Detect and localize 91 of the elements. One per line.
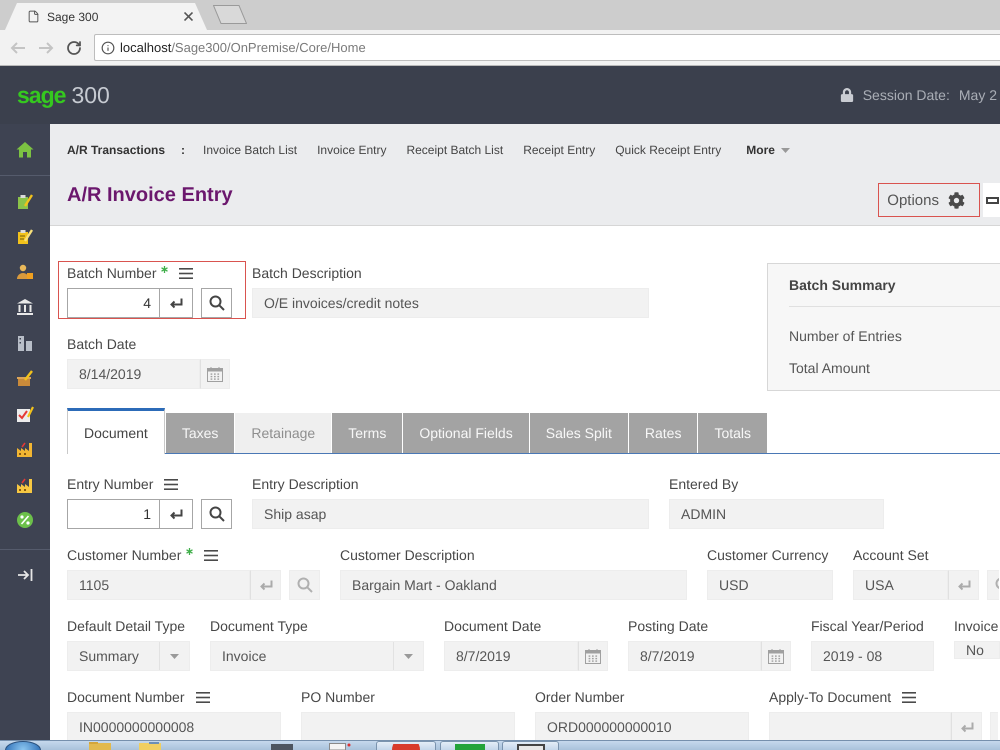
options-button[interactable]: Options — [878, 183, 980, 217]
enter-icon — [956, 580, 970, 590]
rectangle-icon — [986, 196, 999, 204]
summary-label: Total Amount — [789, 359, 871, 378]
nav-link[interactable]: Quick Receipt Entry — [615, 143, 722, 157]
nav-link[interactable]: Invoice Entry — [317, 143, 386, 157]
address-field[interactable]: localhost/Sage300/OnPremise/Core/Home — [94, 34, 1000, 61]
menu-icon[interactable] — [179, 268, 194, 278]
enter-icon — [169, 508, 183, 520]
reload-icon[interactable] — [66, 40, 82, 56]
summary-label: Number of Entries — [789, 327, 903, 346]
input-field[interactable]: 4 — [67, 288, 160, 318]
field-label: Entry Description — [252, 476, 359, 492]
calendar-icon — [768, 648, 784, 664]
search-icon — [296, 577, 312, 593]
more-menu-button[interactable]: More — [746, 143, 790, 157]
search-icon — [208, 295, 224, 311]
buildings-icon[interactable] — [16, 334, 34, 352]
person-lock-icon[interactable] — [16, 262, 34, 281]
breadcrumb-separator: : — [181, 143, 186, 157]
field-label: Customer Currency — [707, 547, 828, 563]
notepad-icon[interactable] — [329, 742, 351, 750]
field-label: Order Number — [535, 689, 624, 705]
settings-icon — [948, 192, 965, 208]
window-icon[interactable] — [271, 742, 293, 750]
menu-icon[interactable] — [164, 478, 178, 490]
nav-link[interactable]: Receipt Batch List — [406, 143, 504, 157]
home-icon[interactable] — [16, 141, 34, 158]
enter-button[interactable] — [160, 499, 193, 529]
tab-title: Sage 300 — [47, 10, 100, 24]
field-label: Fiscal Year/Period — [811, 618, 924, 634]
field-label: Document Number — [67, 689, 184, 705]
factory-icon[interactable] — [16, 440, 34, 458]
browser-tab[interactable]: Sage 300 — [5, 3, 207, 30]
enter-icon — [258, 580, 272, 590]
info-icon[interactable] — [101, 40, 115, 54]
field-label: Batch Description — [252, 265, 362, 281]
field-label: Invoice — [954, 618, 998, 634]
field-label: Account Set — [853, 547, 928, 563]
bank-icon[interactable] — [16, 298, 34, 316]
summary-title: Batch Summary — [789, 276, 897, 295]
field-label: Customer Number — [67, 547, 182, 563]
field-label: Apply-To Document — [769, 689, 892, 705]
caret-icon — [170, 654, 179, 658]
session-date: May 2 — [958, 87, 997, 103]
lock-icon — [840, 88, 854, 102]
search-button[interactable] — [201, 288, 232, 318]
enter-icon — [960, 722, 974, 732]
nav-link[interactable]: Invoice Batch List — [203, 143, 298, 157]
field-label: Posting Date — [628, 618, 708, 634]
session-label: Session Date: — [862, 87, 950, 103]
taskbar-button[interactable] — [376, 741, 436, 750]
square-icon — [454, 744, 484, 750]
enter-icon — [169, 298, 183, 308]
page-title: A/R Invoice Entry — [67, 183, 234, 207]
calendar-icon — [207, 366, 223, 382]
clipboard-pen-icon[interactable] — [16, 227, 34, 246]
field-label: Default Detail Type — [67, 618, 186, 634]
nav-link[interactable]: Receipt Entry — [523, 143, 596, 157]
box-pen-icon[interactable] — [16, 369, 34, 388]
calendar-icon — [585, 648, 601, 664]
search-icon — [208, 506, 224, 522]
search-button[interactable] — [201, 499, 232, 529]
field-label: Batch Number — [67, 265, 156, 281]
enter-button[interactable] — [160, 288, 193, 318]
brand-logo: sage — [17, 82, 66, 108]
tab[interactable]: Document — [67, 408, 165, 454]
module-title: A/R Transactions — [67, 143, 166, 157]
field-label: Document Type — [210, 618, 308, 634]
field-label: Entry Number — [67, 476, 154, 492]
window-icon — [516, 744, 544, 750]
field-label: Customer Description — [340, 547, 475, 563]
page-icon — [27, 10, 40, 23]
url-text: localhost/Sage300/OnPremise/Core/Home — [120, 40, 366, 55]
product-name: 300 — [71, 82, 110, 108]
field-label: Batch Date — [67, 336, 136, 352]
checklist-icon[interactable] — [16, 404, 34, 423]
caret-icon — [404, 654, 413, 658]
factory-icon[interactable] — [16, 476, 34, 494]
window-button[interactable] — [983, 183, 1000, 217]
start-button[interactable] — [5, 741, 41, 750]
arrow-to-bar-icon[interactable] — [17, 567, 33, 583]
clipboard-pen-icon[interactable] — [16, 192, 34, 210]
field-label: Entered By — [669, 476, 738, 492]
field-label: Document Date — [444, 618, 542, 634]
percent-icon[interactable] — [16, 511, 34, 530]
field-label: PO Number — [301, 689, 375, 705]
caret-icon — [780, 148, 790, 152]
input-field[interactable]: 1 — [67, 499, 160, 529]
taskbar-button[interactable] — [502, 741, 559, 750]
close-icon[interactable] — [184, 12, 193, 21]
